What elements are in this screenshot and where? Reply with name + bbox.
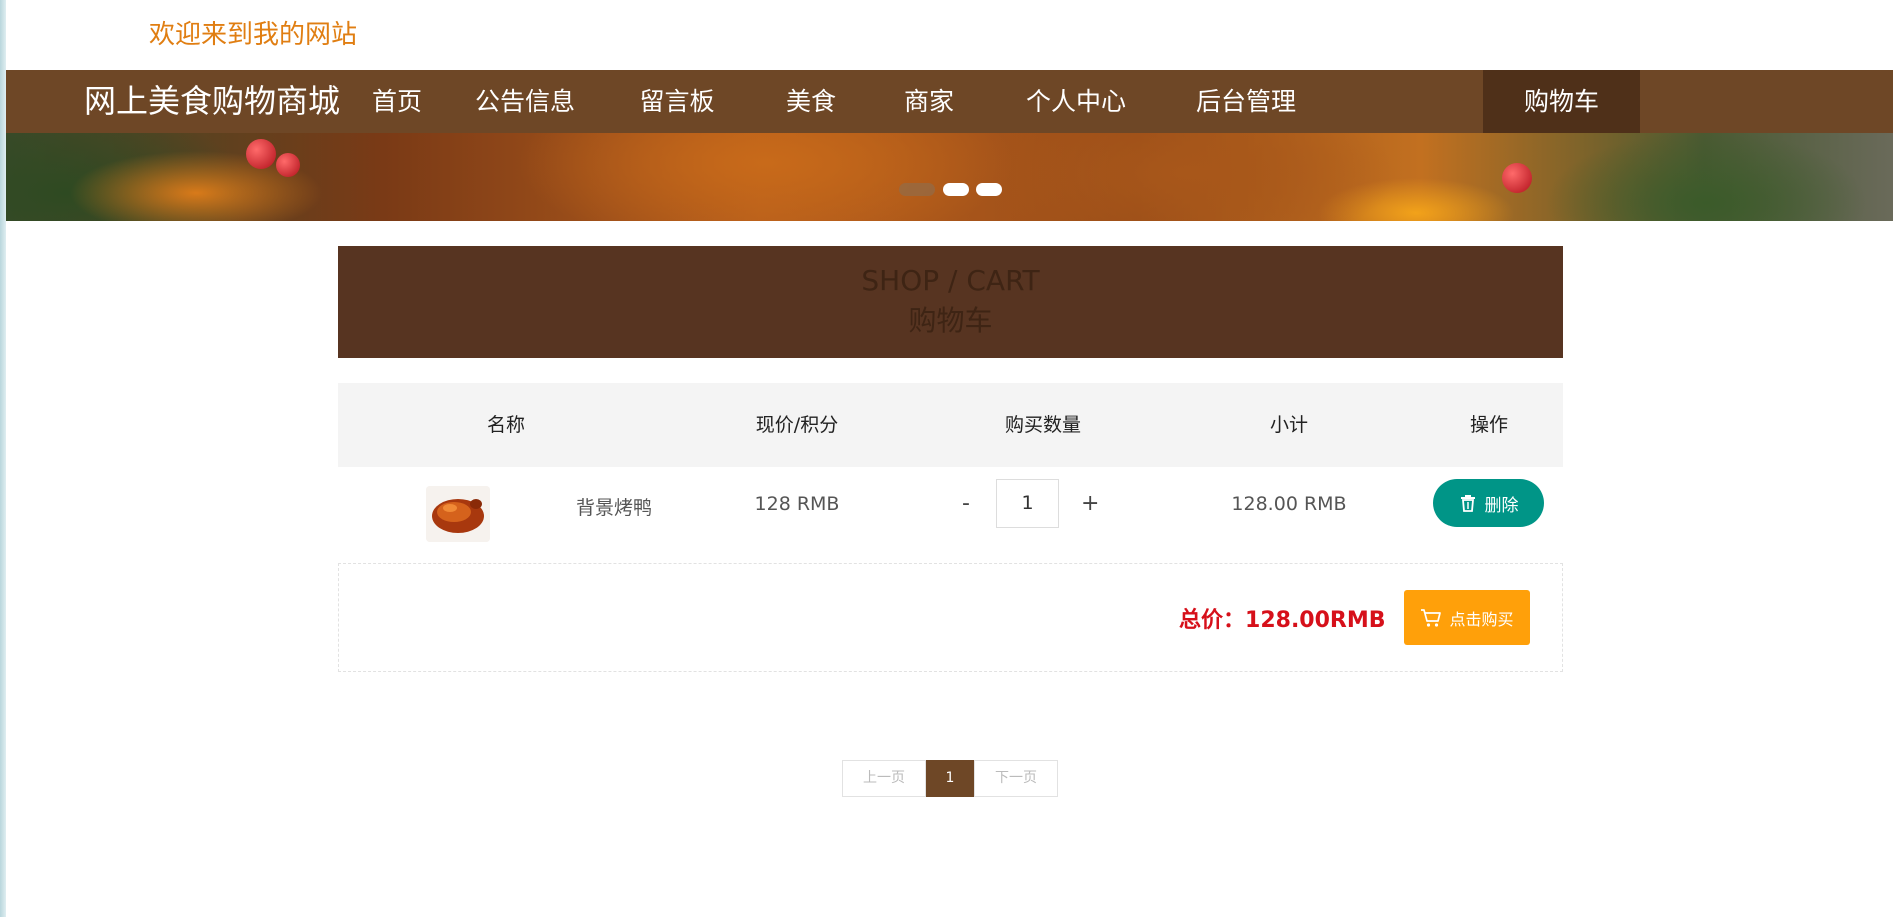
cart-title-cn: 购物车	[908, 304, 993, 337]
item-name[interactable]: 背景烤鸭	[576, 493, 652, 520]
item-price: 128 RMB	[754, 493, 840, 515]
column-price: 现价/积分	[755, 414, 839, 436]
column-quantity: 购买数量	[1004, 414, 1082, 436]
column-subtotal: 小计	[1269, 414, 1309, 436]
cart-icon	[1421, 608, 1442, 627]
quantity-decrease-button[interactable]: -	[962, 491, 970, 516]
cart-table-header: 名称 现价/积分 购买数量 小计 操作	[338, 383, 1563, 467]
pagination-page-1[interactable]: 1	[926, 760, 974, 797]
nav-item-merchants[interactable]: 商家	[884, 70, 974, 133]
trash-icon	[1460, 495, 1475, 512]
total-price: 总价：128.00RMB	[1179, 602, 1386, 634]
nav-item-message-board[interactable]: 留言板	[618, 70, 736, 133]
roast-duck-icon	[426, 486, 490, 542]
site-brand[interactable]: 网上美食购物商城	[84, 70, 340, 133]
cart-summary: 总价：128.00RMB 点击购买	[338, 563, 1563, 672]
quantity-input[interactable]: 1	[996, 479, 1059, 528]
delete-label: 删除	[1484, 495, 1519, 516]
banner-dot-2[interactable]	[943, 183, 969, 196]
nav-item-admin[interactable]: 后台管理	[1176, 70, 1316, 133]
nav-item-announcements[interactable]: 公告信息	[459, 70, 591, 133]
cart-title-en: SHOP / CART	[861, 264, 1040, 297]
pagination-prev[interactable]: 上一页	[842, 760, 926, 797]
nav-item-cart[interactable]: 购物车	[1483, 70, 1640, 133]
total-label: 总价：	[1179, 608, 1246, 633]
roast-duck-image[interactable]	[426, 486, 490, 542]
banner-berry	[246, 139, 276, 169]
delete-button[interactable]: 删除	[1433, 479, 1544, 527]
cart-row: 背景烤鸭 128 RMB - 1 + 128.00 RMB 删除	[338, 467, 1563, 543]
column-actions: 操作	[1469, 414, 1509, 436]
top-bar: 欢迎来到我的网站	[6, 0, 1893, 70]
buy-button[interactable]: 点击购买	[1404, 590, 1530, 645]
buy-label: 点击购买	[1449, 609, 1514, 629]
main-nav: 网上美食购物商城 首页 公告信息 留言板 美食 商家 个人中心 后台管理 购物车	[6, 70, 1893, 133]
banner-dot-1[interactable]	[899, 183, 935, 196]
banner-dot-3[interactable]	[976, 183, 1002, 196]
column-name: 名称	[486, 414, 526, 436]
nav-item-profile[interactable]: 个人中心	[1006, 70, 1146, 133]
quantity-increase-button[interactable]: +	[1081, 491, 1099, 516]
item-subtotal: 128.00 RMB	[1231, 493, 1347, 515]
welcome-text: 欢迎来到我的网站	[149, 20, 358, 50]
total-value: 128.00RMB	[1245, 608, 1386, 633]
banner-berry	[276, 153, 300, 177]
pagination-next[interactable]: 下一页	[974, 760, 1058, 797]
nav-item-food[interactable]: 美食	[766, 70, 856, 133]
nav-item-home[interactable]: 首页	[352, 70, 442, 133]
cart-title-block: SHOP / CART 购物车	[338, 246, 1563, 358]
banner-berry	[1502, 163, 1532, 193]
hero-banner	[6, 133, 1893, 221]
